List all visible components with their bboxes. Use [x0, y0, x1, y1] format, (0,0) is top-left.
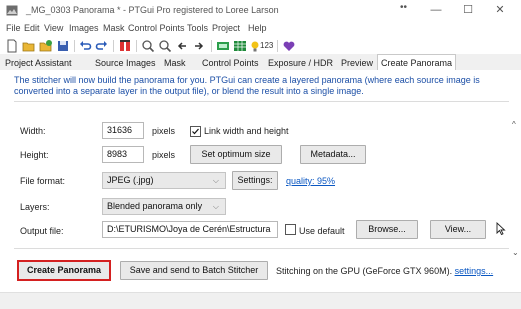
menu-help[interactable]: Help	[248, 23, 267, 33]
scroll-down-icon[interactable]: ⌄	[512, 248, 519, 257]
link-label: Link width and height	[204, 126, 289, 136]
save-icon[interactable]	[56, 39, 70, 53]
height-unit: pixels	[152, 150, 176, 160]
output-file-input[interactable]: D:\ETURISMO\Joya de Cerén\Estructura	[102, 221, 278, 238]
scrollbar[interactable]	[510, 124, 521, 260]
toolbar-separator	[74, 40, 75, 52]
zoom-in-icon[interactable]	[141, 39, 155, 53]
chevron-down-icon: ⌵	[212, 202, 219, 211]
heart-icon[interactable]	[282, 39, 296, 53]
mouse-cursor-icon	[495, 221, 509, 236]
zoom-out-icon[interactable]	[158, 39, 172, 53]
layers-value: Blended panorama only	[107, 201, 203, 211]
use-default-label: Use default	[299, 226, 345, 236]
align-icon[interactable]	[118, 39, 132, 53]
menu-control-points[interactable]: Control Points	[128, 23, 185, 33]
window-title: _MG_0303 Panorama * - PTGui Pro register…	[26, 5, 279, 15]
layers-select[interactable]: Blended panorama only ⌵	[102, 198, 226, 215]
chevron-down-icon: ⌵	[212, 176, 219, 185]
browse-button[interactable]: Browse...	[356, 220, 418, 239]
menu-file[interactable]: File	[6, 23, 21, 33]
new-project-icon[interactable]	[5, 39, 19, 53]
open-folder-icon[interactable]	[22, 39, 36, 53]
use-default-checkbox[interactable]	[285, 224, 296, 235]
toolbar-separator	[277, 40, 278, 52]
menu-view[interactable]: View	[44, 23, 63, 33]
tab-project-assistant[interactable]: Project Assistant	[2, 56, 75, 70]
gpu-status-text: Stitching on the GPU (GeForce GTX 960M).	[276, 266, 453, 276]
settings-button[interactable]: Settings:	[232, 171, 278, 190]
batch-stitcher-button[interactable]: Save and send to Batch Stitcher	[120, 261, 268, 280]
toolbar: 123	[0, 37, 521, 55]
file-format-value: JPEG (.jpg)	[107, 175, 154, 185]
toolbar-separator	[136, 40, 137, 52]
minimize-icon[interactable]: —	[428, 4, 444, 16]
instructions-text: The stitcher will now build the panorama…	[14, 75, 480, 96]
create-panorama-button[interactable]: Create Panorama	[17, 260, 111, 281]
menu-mask[interactable]: Mask	[103, 23, 125, 33]
tab-create-panorama[interactable]: Create Panorama	[377, 54, 457, 70]
quality-link[interactable]: quality: 95%	[286, 176, 335, 186]
add-images-icon[interactable]	[39, 39, 53, 53]
forward-arrow-icon[interactable]	[192, 39, 206, 53]
panorama-editor-icon[interactable]	[216, 39, 230, 53]
menu-tools[interactable]: Tools	[187, 23, 208, 33]
back-arrow-icon[interactable]	[175, 39, 189, 53]
title-bar: _MG_0303 Panorama * - PTGui Pro register…	[0, 0, 521, 22]
title-dots: ••	[400, 2, 408, 13]
height-label: Height:	[20, 150, 49, 160]
tab-control-points[interactable]: Control Points	[199, 56, 262, 70]
file-format-label: File format:	[20, 176, 66, 186]
close-icon[interactable]: ✕	[492, 4, 508, 16]
tab-preview[interactable]: Preview	[338, 56, 376, 70]
file-format-select[interactable]: JPEG (.jpg) ⌵	[102, 172, 226, 189]
menu-edit[interactable]: Edit	[24, 23, 40, 33]
width-label: Width:	[20, 126, 46, 136]
tab-exposure-hdr[interactable]: Exposure / HDR	[265, 56, 336, 70]
metadata-button[interactable]: Metadata...	[300, 145, 366, 164]
link-checkbox[interactable]	[190, 126, 201, 137]
gpu-settings-link[interactable]: settings...	[455, 266, 494, 276]
maximize-icon[interactable]: ☐	[460, 4, 476, 16]
gpu-status: Stitching on the GPU (GeForce GTX 960M).…	[276, 266, 493, 276]
width-input[interactable]: 31636	[102, 122, 144, 139]
toolbar-separator	[113, 40, 114, 52]
menu-bar: File Edit View Images Mask Control Point…	[0, 22, 521, 36]
tab-strip: Project Assistant Source Images Mask Con…	[0, 54, 521, 70]
view-button[interactable]: View...	[430, 220, 486, 239]
status-bar	[0, 292, 521, 309]
app-icon	[6, 5, 18, 16]
tab-source-images[interactable]: Source Images	[92, 56, 159, 70]
menu-images[interactable]: Images	[69, 23, 99, 33]
toolbar-separator	[211, 40, 212, 52]
divider	[14, 248, 509, 249]
output-file-label: Output file:	[20, 226, 64, 236]
undo-icon[interactable]	[78, 39, 92, 53]
width-unit: pixels	[152, 126, 176, 136]
menu-project[interactable]: Project	[212, 23, 240, 33]
height-input[interactable]: 8983	[102, 146, 144, 163]
tab-mask[interactable]: Mask	[161, 56, 189, 70]
set-optimum-size-button[interactable]: Set optimum size	[190, 145, 282, 164]
redo-icon[interactable]	[95, 39, 109, 53]
numbers-icon[interactable]: 123	[260, 41, 273, 50]
table-icon[interactable]	[233, 39, 247, 53]
layers-label: Layers:	[20, 202, 50, 212]
divider	[14, 101, 509, 102]
